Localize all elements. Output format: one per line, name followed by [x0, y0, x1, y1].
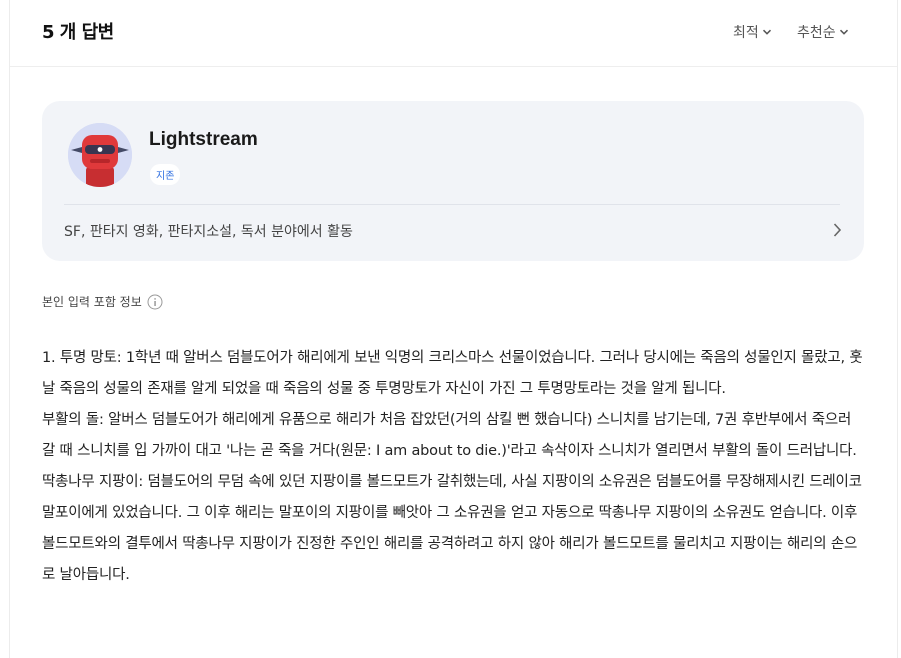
chevron-down-icon	[839, 29, 848, 35]
profile-name[interactable]: Lightstream	[149, 129, 258, 151]
chevron-right-icon[interactable]	[832, 222, 842, 238]
sort-best-label: 최적	[733, 25, 759, 41]
answers-header: 5 개 답변 최적 추천순	[10, 0, 897, 67]
info-notice: 본인 입력 포함 정보	[42, 293, 163, 310]
chevron-down-icon	[762, 29, 771, 35]
answer-paragraph: 딱총나무 지팡이: 덤블도어의 무덤 속에 있던 지팡이를 볼드모트가 갈취했는…	[42, 474, 862, 583]
sort-recommend-label: 추천순	[797, 25, 836, 41]
avatar[interactable]	[68, 123, 132, 187]
card-divider	[64, 204, 840, 205]
answer-body: 1. 투명 망토: 1학년 때 알버스 덤블도어가 해리에게 보낸 익명의 크리…	[42, 343, 868, 591]
info-icon[interactable]	[147, 294, 163, 310]
answer-paragraph: 1. 투명 망토: 1학년 때 알버스 덤블도어가 해리에게 보낸 익명의 크리…	[42, 350, 863, 397]
answer-paragraph: 부활의 돌: 알버스 덤블도어가 해리에게 유품으로 해리가 처음 잡았던(거의…	[42, 412, 857, 459]
answers-panel: 5 개 답변 최적 추천순 Lightstream 지존 SF, 판타지 영화,…	[9, 0, 898, 658]
answer-count: 5 개 답변	[42, 22, 114, 43]
notice-text: 본인 입력 포함 정보	[42, 295, 142, 309]
rank-badge: 지존	[150, 164, 181, 185]
profile-description: SF, 판타지 영화, 판타지소설, 독서 분야에서 활동	[64, 224, 353, 240]
sort-recommend-dropdown[interactable]: 추천순	[797, 22, 849, 42]
robot-avatar-icon	[68, 123, 132, 187]
sort-best-dropdown[interactable]: 최적	[733, 22, 772, 42]
profile-card[interactable]: Lightstream 지존 SF, 판타지 영화, 판타지소설, 독서 분야에…	[42, 101, 864, 261]
